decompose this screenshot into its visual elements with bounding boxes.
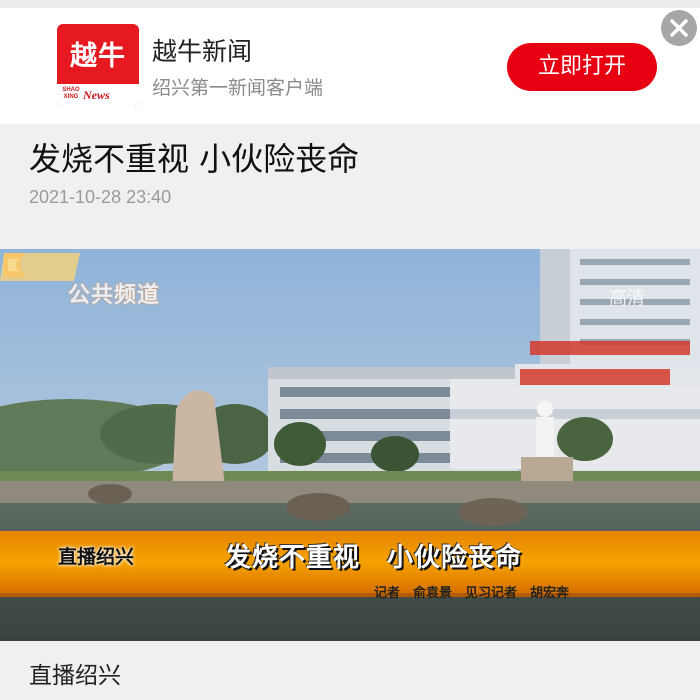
logo-shao-text: SHAO XING [62, 87, 80, 100]
video-credits: 记者 俞袁景 见习记者 胡宏奔 [374, 586, 570, 601]
article-source: 直播绍兴 [29, 663, 121, 689]
close-banner-button[interactable] [661, 10, 697, 46]
app-logo[interactable]: 越牛 SHAO XING News [57, 24, 139, 106]
close-icon [670, 19, 688, 37]
program-badge-bg [0, 253, 80, 281]
logo-text: 越牛 [70, 41, 126, 72]
app-name: 越牛新闻 [152, 37, 253, 66]
open-app-button[interactable]: 立即打开 [507, 43, 657, 91]
app-subtitle: 绍兴第一新闻客户端 [152, 77, 324, 99]
logo-footer: SHAO XING News [57, 84, 139, 106]
video-caption: 发烧不重视 小伙险丧命 [225, 543, 523, 573]
banner-top-strip [0, 0, 700, 8]
hd-label: 高清 [609, 288, 645, 309]
app-banner: 越牛 SHAO XING News 越牛新闻 绍兴第一新闻客户端 立即打开 [0, 0, 700, 124]
program-label: 直播绍兴 [58, 546, 135, 568]
logo-news-text: News [83, 88, 110, 102]
article-title: 发烧不重视 小伙险丧命 [29, 140, 360, 178]
video-frame[interactable]: 公共频道 高清 直播绍兴 发烧不重视 小伙险丧命 记者 俞袁景 见习记者 胡宏奔 [0, 249, 700, 641]
article-timestamp: 2021-10-28 23:40 [29, 187, 172, 207]
